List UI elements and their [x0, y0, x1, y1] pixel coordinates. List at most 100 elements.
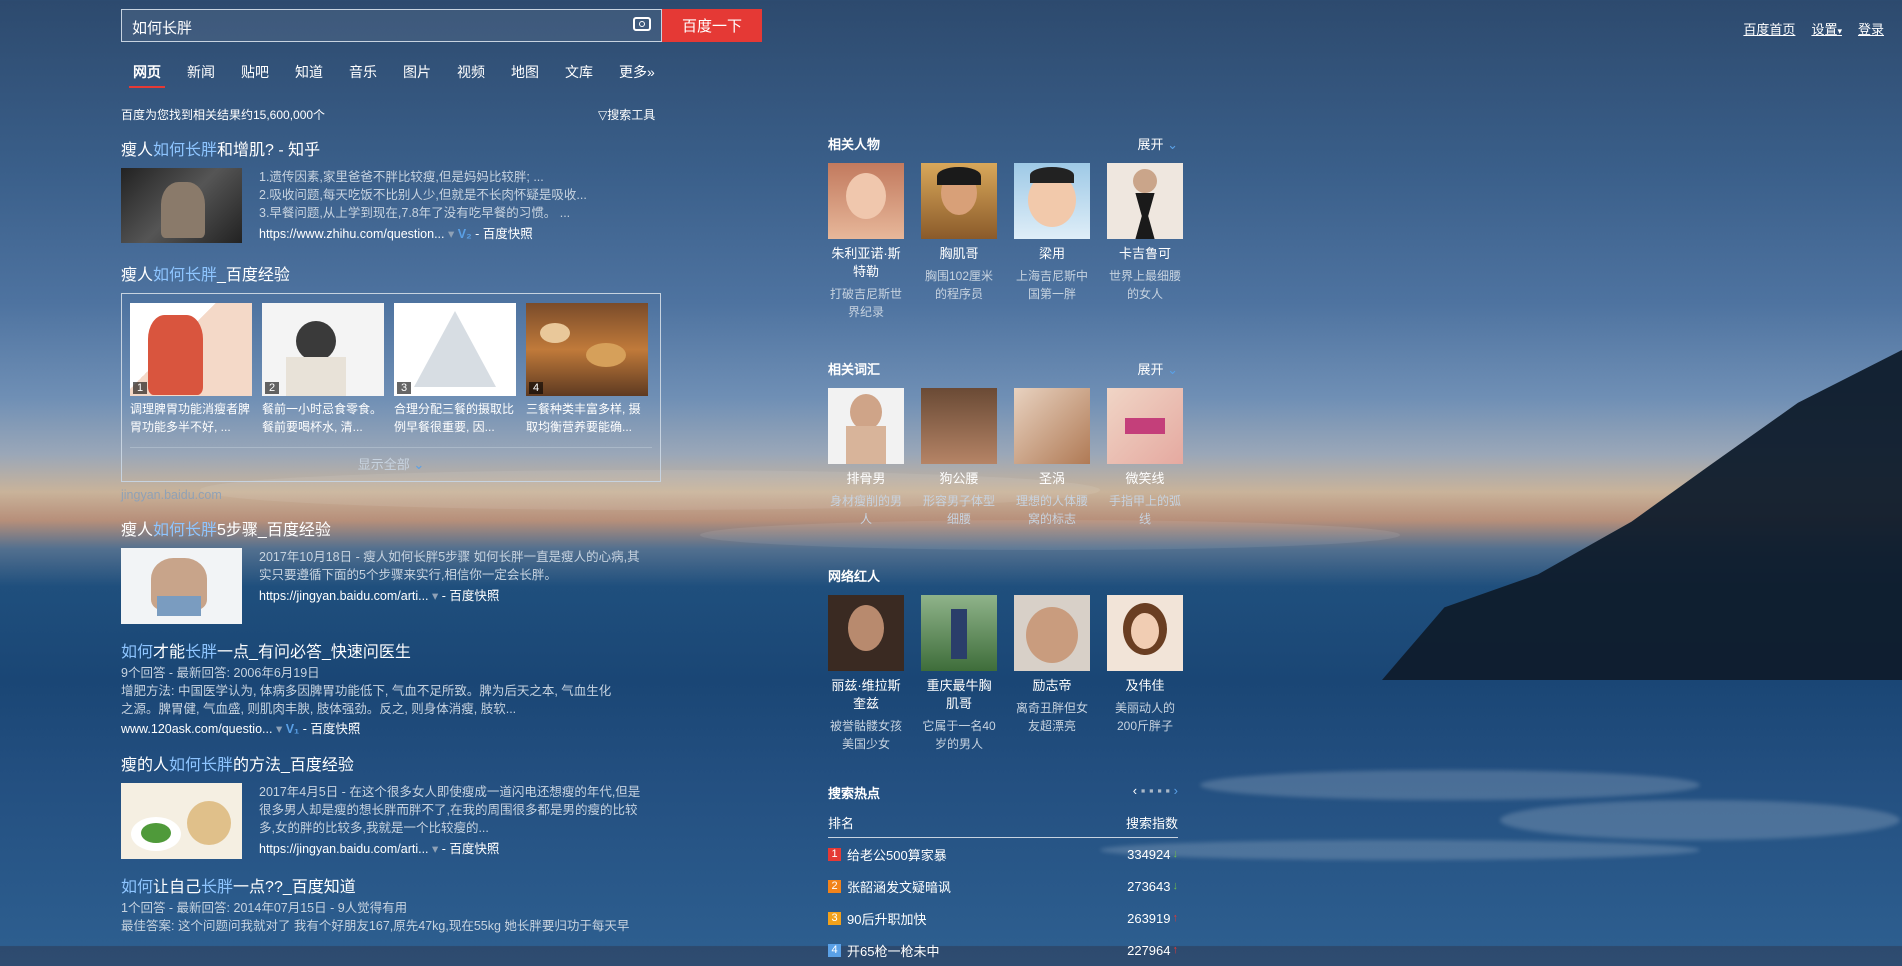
snapshot-link[interactable]: 百度快照	[449, 842, 499, 856]
divider	[130, 447, 652, 448]
background-wave	[1100, 840, 1700, 860]
result-title[interactable]: 如何让自己长胖一点??_百度知道	[121, 873, 661, 897]
search-input[interactable]	[130, 16, 614, 38]
hot-search-row[interactable]: 1 给老公500算家暴 334924 ↓	[828, 838, 1178, 870]
trend-down-icon: ↓	[1172, 848, 1179, 860]
hot-search-section: 搜索热点 ‹ ▪ ▪ ▪ ▪ › 排名 搜索指数 1 给老公500算家暴 334…	[828, 783, 1178, 966]
snapshot-link[interactable]: 百度快照	[483, 227, 533, 241]
home-link[interactable]: 百度首页	[1743, 19, 1795, 38]
related-words-section: 相关词汇 展开 ⌄ 排骨男 身材瘦削的男人 狗公腰 形容男子体型细腰 圣涡 理想…	[828, 359, 1183, 528]
result-title[interactable]: 瘦人如何长胖5步骤_百度经验	[121, 516, 661, 540]
gallery-item[interactable]: 2 餐前一小时忌食零食。餐前要喝杯水, 清...	[262, 303, 384, 436]
hot-search-row[interactable]: 4 开65枪一枪未中 227964 ↑	[828, 934, 1178, 966]
person-card[interactable]: 胸肌哥 胸围102厘米的程序员	[921, 163, 997, 321]
result-url[interactable]: https://jingyan.baidu.com/arti...	[259, 842, 429, 856]
tab-web[interactable]: 网页	[129, 62, 165, 88]
result-meta: 9个回答 - 最新回答: 2006年6月19日	[121, 666, 320, 680]
chevron-left-icon[interactable]: ‹	[1133, 783, 1137, 798]
result-domain[interactable]: jingyan.baidu.com	[121, 488, 661, 502]
result-title[interactable]: 瘦的人如何长胖的方法_百度经验	[121, 751, 661, 775]
right-sidebar: 相关人物 展开 ⌄ 朱利亚诺·斯特勒 打破吉尼斯世界纪录 胸肌哥 胸围102厘米…	[828, 134, 1183, 966]
background-wave	[1200, 770, 1700, 800]
filter-icon: ▽	[598, 108, 608, 122]
word-card[interactable]: 狗公腰 形容男子体型细腰	[921, 388, 997, 528]
tab-more[interactable]: 更多»	[619, 62, 655, 82]
tab-video[interactable]: 视频	[457, 62, 485, 82]
celebrity-card[interactable]: 励志帝 离奇丑胖但女友超漂亮	[1014, 595, 1090, 753]
nav-tabs: 网页 新闻 贴吧 知道 音乐 图片 视频 地图 文库 更多»	[129, 62, 655, 88]
chevron-down-icon: ⌄	[1167, 362, 1178, 377]
camera-icon[interactable]	[633, 17, 651, 31]
result-url[interactable]: www.120ask.com/questio...	[121, 722, 272, 736]
person-card[interactable]: 朱利亚诺·斯特勒 打破吉尼斯世界纪录	[828, 163, 904, 321]
tab-news[interactable]: 新闻	[187, 62, 215, 82]
settings-label: 设置	[1811, 22, 1838, 37]
hot-search-row[interactable]: 2 张韶涵发文疑暗讽 273643 ↓	[828, 870, 1178, 902]
result-thumbnail[interactable]	[121, 783, 242, 859]
result-title[interactable]: 瘦人如何长胖和增肌? - 知乎	[121, 136, 661, 160]
snapshot-link[interactable]: 百度快照	[310, 722, 360, 736]
result-item: 如何才能长胖一点_有问必答_快速问医生 9个回答 - 最新回答: 2006年6月…	[121, 638, 661, 737]
word-card[interactable]: 圣涡 理想的人体腰窝的标志	[1014, 388, 1090, 528]
chevron-down-icon[interactable]: ▾	[276, 722, 282, 736]
celebrity-card[interactable]: 重庆最牛胸肌哥 它属于一名40岁的男人	[921, 595, 997, 753]
gallery-item[interactable]: 4 三餐种类丰富多样, 摄取均衡营养要能确...	[526, 303, 648, 436]
hot-search-pager: ‹ ▪ ▪ ▪ ▪ ›	[1132, 783, 1178, 798]
result-url[interactable]: https://www.zhihu.com/question...	[259, 227, 445, 241]
show-all-button[interactable]: 显示全部 ⌄	[122, 454, 660, 473]
person-card[interactable]: 卡吉鲁可 世界上最细腰的女人	[1107, 163, 1183, 321]
hot-search-list: 1 给老公500算家暴 334924 ↓ 2 张韶涵发文疑暗讽 273643 ↓ 3…	[828, 838, 1178, 966]
tab-tieba[interactable]: 贴吧	[241, 62, 269, 82]
gallery-item[interactable]: 3 合理分配三餐的摄取比例早餐很重要, 因...	[394, 303, 516, 436]
tab-zhidao[interactable]: 知道	[295, 62, 323, 82]
person-card[interactable]: 梁用 上海吉尼斯中国第一胖	[1014, 163, 1090, 321]
chevron-down-icon[interactable]: ▾	[432, 842, 438, 856]
result-item: 瘦人如何长胖_百度经验 1 调理脾胃功能消瘦者脾胃功能多半不好, ... 2 餐…	[121, 261, 661, 502]
hot-search-header: 排名 搜索指数	[828, 813, 1178, 838]
trend-up-icon: ↑	[1172, 912, 1179, 924]
result-thumbnail[interactable]	[121, 548, 242, 624]
snapshot-link[interactable]: 百度快照	[449, 589, 499, 603]
section-title: 网络红人	[828, 569, 881, 584]
result-title[interactable]: 瘦人如何长胖_百度经验	[121, 261, 661, 285]
chevron-down-icon: ⌄	[1167, 137, 1178, 152]
chevron-down-icon: ⌄	[413, 457, 425, 472]
tab-images[interactable]: 图片	[403, 62, 431, 82]
result-title[interactable]: 如何才能长胖一点_有问必答_快速问医生	[121, 638, 661, 662]
word-card[interactable]: 排骨男 身材瘦削的男人	[828, 388, 904, 528]
section-title: 相关词汇	[828, 362, 881, 377]
chevron-right-icon[interactable]: ›	[1174, 783, 1178, 798]
tab-map[interactable]: 地图	[511, 62, 539, 82]
trend-down-icon: ↓	[1172, 880, 1179, 892]
result-thumbnail[interactable]	[121, 168, 242, 243]
chevron-down-icon[interactable]: ▾	[432, 589, 438, 603]
search-tools-button[interactable]: ▽搜索工具	[598, 106, 655, 123]
result-snippet: 最佳答案: 这个问题问我就对了 我有个好朋友167,原先47kg,现在55kg …	[121, 919, 630, 933]
search-button[interactable]: 百度一下	[662, 9, 762, 42]
settings-link[interactable]: 设置▾	[1811, 19, 1842, 38]
expand-button[interactable]: 展开 ⌄	[1137, 134, 1178, 153]
search-tools-label: 搜索工具	[607, 108, 656, 122]
tab-music[interactable]: 音乐	[349, 62, 377, 82]
gallery-item[interactable]: 1 调理脾胃功能消瘦者脾胃功能多半不好, ...	[130, 303, 252, 436]
result-item: 瘦的人如何长胖的方法_百度经验 2017年4月5日 - 在这个很多女人即使瘦成一…	[121, 751, 661, 859]
result-meta: 1个回答 - 最新回答: 2014年07月15日 - 9人觉得有用	[121, 901, 408, 915]
celebrity-card[interactable]: 及伟佳 美丽动人的200斤胖子	[1107, 595, 1183, 753]
background-mountain	[1382, 350, 1902, 680]
word-card[interactable]: 微笑线 手指甲上的弧线	[1107, 388, 1183, 528]
chevron-down-icon[interactable]: ▾	[448, 227, 454, 241]
login-link[interactable]: 登录	[1858, 19, 1884, 38]
result-count: 百度为您找到相关结果约15,600,000个	[121, 108, 326, 122]
celebrity-card[interactable]: 丽兹·维拉斯奎兹 被誉骷髅女孩美国少女	[828, 595, 904, 753]
hot-search-row[interactable]: 3 90后升职加快 263919 ↑	[828, 902, 1178, 934]
related-people-section: 相关人物 展开 ⌄ 朱利亚诺·斯特勒 打破吉尼斯世界纪录 胸肌哥 胸围102厘米…	[828, 134, 1183, 321]
jingyan-gallery: 1 调理脾胃功能消瘦者脾胃功能多半不好, ... 2 餐前一小时忌食零食。餐前要…	[121, 293, 661, 482]
result-item: 瘦人如何长胖和增肌? - 知乎 1.遗传因素,家里爸爸不胖比较瘦,但是妈妈比较胖…	[121, 136, 661, 243]
expand-button[interactable]: 展开 ⌄	[1137, 359, 1178, 378]
result-item: 如何让自己长胖一点??_百度知道 1个回答 - 最新回答: 2014年07月15…	[121, 873, 661, 935]
verified-badge: V₁	[285, 722, 300, 736]
section-title: 相关人物	[828, 137, 881, 152]
tab-wenku[interactable]: 文库	[565, 62, 593, 82]
result-url[interactable]: https://jingyan.baidu.com/arti...	[259, 589, 429, 603]
chevron-down-icon: ▾	[1837, 26, 1842, 36]
